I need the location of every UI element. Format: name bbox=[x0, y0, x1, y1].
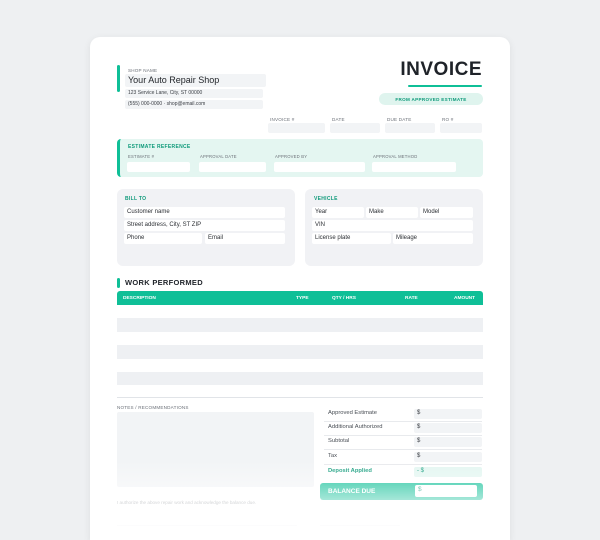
notes-field[interactable] bbox=[117, 412, 314, 487]
vehicle-title: VEHICLE bbox=[314, 196, 338, 202]
invoice-ro-label: RO # bbox=[442, 117, 454, 122]
approved-by-field[interactable] bbox=[274, 162, 365, 172]
table-row[interactable] bbox=[117, 318, 483, 332]
invoice-ro-field[interactable] bbox=[440, 123, 482, 133]
invoice-title-underline bbox=[408, 85, 482, 87]
totals-divider bbox=[324, 421, 482, 422]
approval-method-field[interactable] bbox=[372, 162, 456, 172]
invoice-title: INVOICE bbox=[400, 59, 482, 80]
phone: Phone bbox=[127, 235, 145, 241]
table-row[interactable] bbox=[117, 345, 483, 359]
invoice-number-label: INVOICE # bbox=[270, 117, 295, 122]
estimate-reference-title: ESTIMATE REFERENCE bbox=[128, 144, 191, 150]
tax-field[interactable] bbox=[414, 452, 482, 462]
additional-authorized-field[interactable] bbox=[414, 423, 482, 433]
email: Email bbox=[208, 235, 224, 241]
totals-divider bbox=[324, 435, 482, 436]
approval-date-field[interactable] bbox=[199, 162, 266, 172]
balance-due-field[interactable] bbox=[415, 485, 477, 497]
estimate-number-field[interactable] bbox=[127, 162, 190, 172]
invoice-number-field[interactable] bbox=[268, 123, 325, 133]
balance-due-label: BALANCE DUE bbox=[328, 488, 376, 495]
totals-divider bbox=[324, 449, 482, 450]
column-rate: RATE bbox=[405, 295, 418, 301]
signature-line bbox=[117, 525, 297, 526]
additional-authorized-currency: $ bbox=[417, 423, 421, 430]
acknowledgement-text: I authorize the above repair work and ac… bbox=[117, 500, 257, 505]
from-estimate-badge-text: FROM APPROVED ESTIMATE bbox=[395, 97, 467, 102]
estimate-number-label: ESTIMATE # bbox=[128, 154, 155, 159]
totals-divider bbox=[324, 464, 482, 465]
subtotal-field[interactable] bbox=[414, 437, 482, 447]
table-bottom-divider bbox=[117, 397, 483, 398]
shop-contact: (555) 000-0000 · shop@email.com bbox=[128, 101, 206, 107]
invoice-due-date-field[interactable] bbox=[385, 123, 435, 133]
tax-label: Tax bbox=[328, 453, 338, 459]
column-description: DESCRIPTION bbox=[123, 295, 156, 301]
invoice-due-date-label: DUE DATE bbox=[387, 117, 412, 122]
deposit-applied-currency: - $ bbox=[417, 467, 425, 474]
bill-to-title: BILL TO bbox=[125, 196, 147, 202]
customer-name: Customer name bbox=[127, 209, 170, 215]
license-plate: License plate bbox=[315, 235, 351, 241]
vin-field[interactable] bbox=[312, 220, 473, 231]
make: Make bbox=[369, 209, 384, 215]
approved-estimate-field[interactable] bbox=[414, 409, 482, 419]
approval-method-label: APPROVAL METHOD bbox=[373, 154, 418, 159]
approved-by-label: APPROVED BY bbox=[275, 154, 308, 159]
table-row[interactable] bbox=[117, 332, 483, 345]
table-row[interactable] bbox=[117, 372, 483, 385]
approved-estimate-currency: $ bbox=[417, 409, 421, 416]
invoice-date-label: DATE bbox=[332, 117, 345, 122]
invoice-sheet: SHOP NAME Your Auto Repair Shop 123 Serv… bbox=[90, 37, 510, 540]
notes-label: NOTES / RECOMMENDATIONS bbox=[117, 405, 189, 410]
deposit-applied-field[interactable] bbox=[414, 467, 482, 477]
additional-authorized-label: Additional Authorized bbox=[328, 424, 383, 430]
mileage: Mileage bbox=[396, 235, 418, 241]
column-amount: AMOUNT bbox=[454, 295, 476, 301]
table-row[interactable] bbox=[117, 359, 483, 372]
shop-accent-bar bbox=[117, 65, 120, 92]
invoice-date-field[interactable] bbox=[330, 123, 380, 133]
balance-due-currency: $ bbox=[418, 486, 422, 493]
column-type: TYPE bbox=[296, 295, 309, 301]
shop-address: 123 Service Lane, City, ST 00000 bbox=[128, 90, 203, 96]
approved-estimate-label: Approved Estimate bbox=[328, 410, 377, 416]
work-performed-accent bbox=[117, 278, 120, 288]
table-row[interactable] bbox=[117, 305, 483, 318]
year: Year bbox=[315, 209, 328, 215]
approval-date-label: APPROVAL DATE bbox=[200, 154, 237, 159]
tax-currency: $ bbox=[417, 452, 421, 459]
vin: VIN bbox=[315, 222, 326, 228]
column-qty-hrs: QTY / HRS bbox=[332, 295, 356, 301]
work-performed-title: WORK PERFORMED bbox=[125, 278, 203, 287]
shop-name: Your Auto Repair Shop bbox=[128, 75, 220, 85]
subtotal-label: Subtotal bbox=[328, 438, 350, 444]
date-line bbox=[320, 525, 400, 526]
street-address: Street address, City, ST ZIP bbox=[127, 222, 202, 228]
subtotal-currency: $ bbox=[417, 437, 421, 444]
deposit-applied-label: Deposit Applied bbox=[328, 468, 372, 474]
shop-name-label: SHOP NAME bbox=[128, 68, 158, 73]
model: Model bbox=[423, 209, 440, 215]
